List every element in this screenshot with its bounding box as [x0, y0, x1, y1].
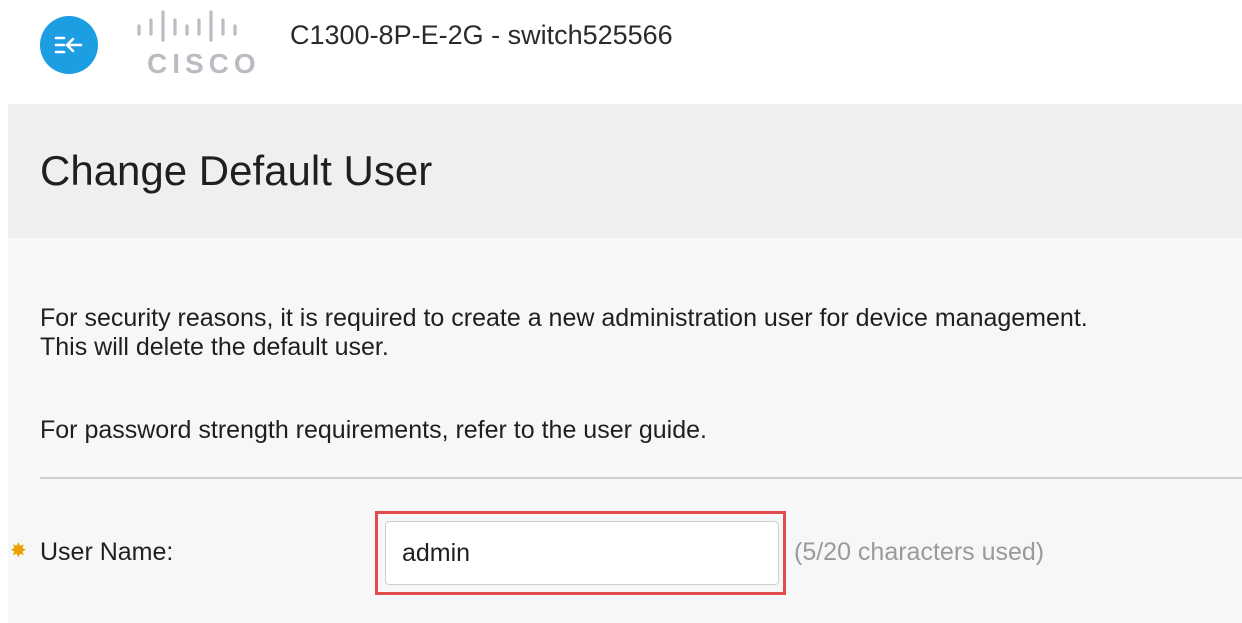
required-asterisk-icon: ✸ [10, 540, 27, 562]
page-title: Change Default User [40, 147, 433, 194]
cisco-wordmark: CISCO [147, 48, 261, 79]
content-area: For security reasons, it is required to … [8, 238, 1242, 623]
top-bar: CISCO C1300-8P-E-2G - switch525566 [0, 0, 1242, 96]
username-char-count: (5/20 characters used) [794, 538, 1045, 566]
device-title: C1300-8P-E-2G - switch525566 [290, 20, 673, 50]
username-input[interactable] [385, 521, 779, 585]
cisco-bars-icon [137, 10, 237, 42]
password-requirements-note: For password strength requirements, refe… [40, 416, 707, 444]
change-default-user-page: CISCO C1300-8P-E-2G - switch525566 Chang… [0, 0, 1242, 623]
back-arrow-icon [54, 36, 83, 54]
security-notice-line-1: For security reasons, it is required to … [40, 304, 1088, 332]
section-divider [40, 477, 1242, 479]
security-notice-line-2: This will delete the default user. [40, 333, 389, 361]
back-button[interactable] [40, 16, 98, 74]
page-header: Change Default User [8, 104, 1242, 238]
username-label: User Name: [40, 538, 174, 566]
security-notice: For security reasons, it is required to … [40, 304, 1088, 362]
cisco-logo: CISCO [135, 10, 265, 79]
